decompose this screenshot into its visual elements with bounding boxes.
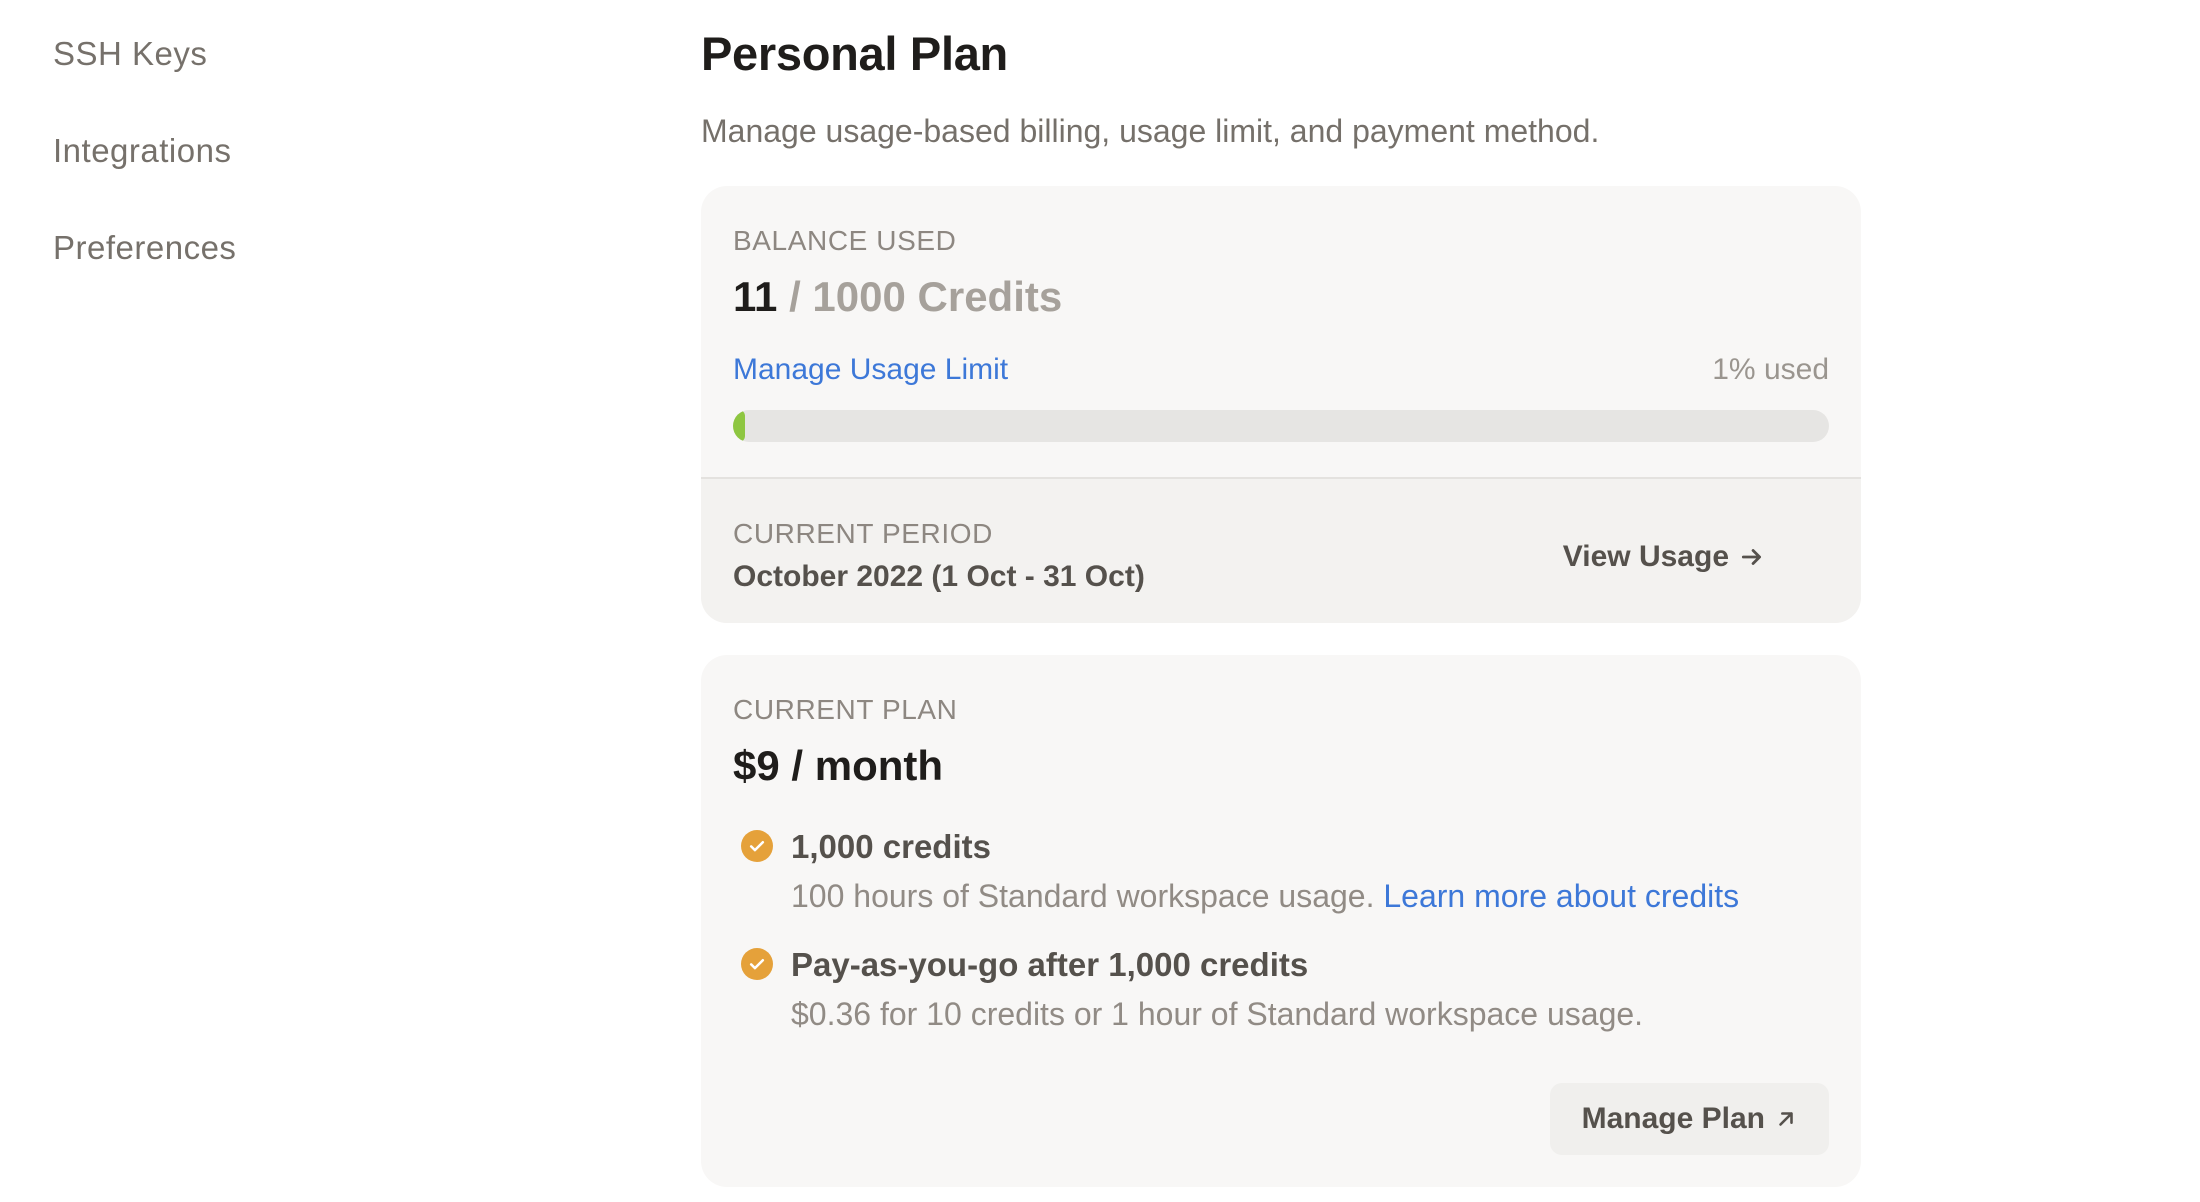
plan-price: $9 / month [733, 742, 944, 789]
plan-feature-text: 1,000 credits 100 hours of Standard work… [791, 827, 1739, 915]
sidebar-item-ssh-keys[interactable]: SSH Keys [53, 34, 553, 131]
main-content: Personal Plan Manage usage-based billing… [701, 26, 1861, 1187]
page-title: Personal Plan [701, 27, 1008, 80]
view-usage-link[interactable]: View Usage [1563, 537, 1765, 577]
learn-more-credits-link[interactable]: Learn more about credits [1383, 878, 1739, 914]
plan-feature-desc: 100 hours of Standard workspace usage. L… [791, 877, 1739, 915]
balance-total: / 1000 Credits [777, 273, 1063, 320]
current-period-section: CURRENT PERIOD October 2022 (1 Oct - 31 … [701, 479, 1861, 623]
manage-usage-limit-link[interactable]: Manage Usage Limit [733, 352, 1008, 388]
balance-card: BALANCE USED 11 / 1000 Credits Manage Us… [701, 186, 1861, 623]
balance-used-count: 11 [733, 273, 778, 320]
plan-feature: 1,000 credits 100 hours of Standard work… [733, 827, 1829, 915]
plan-feature-desc: $0.36 for 10 credits or 1 hour of Standa… [791, 996, 1644, 1032]
settings-sidebar: SSH Keys Integrations Preferences [53, 34, 553, 325]
manage-plan-button[interactable]: Manage Plan [1549, 1083, 1829, 1155]
sidebar-item-integrations[interactable]: Integrations [53, 131, 553, 228]
plan-feature: Pay-as-you-go after 1,000 credits $0.36 … [733, 945, 1829, 1033]
manage-plan-label: Manage Plan [1581, 1102, 1765, 1135]
arrow-right-icon [1741, 549, 1761, 565]
view-usage-label: View Usage [1562, 540, 1729, 573]
balance-value: 11 / 1000 Credits [733, 272, 1829, 322]
plan-feature-title: Pay-as-you-go after 1,000 credits [791, 946, 1309, 983]
period-eyebrow: CURRENT PERIOD [733, 518, 993, 549]
plan-feature-text: Pay-as-you-go after 1,000 credits $0.36 … [791, 945, 1643, 1033]
usage-progress-fill [733, 410, 746, 442]
usage-percent: 1% used [1712, 353, 1829, 386]
plan-card: CURRENT PLAN $9 / month 1,000 credits 10… [701, 655, 1861, 1187]
balance-section: BALANCE USED 11 / 1000 Credits Manage Us… [701, 186, 1861, 479]
check-circle-icon [741, 830, 773, 862]
page-subtitle: Manage usage-based billing, usage limit,… [701, 113, 1600, 149]
balance-eyebrow: BALANCE USED [733, 225, 957, 256]
arrow-up-right-icon [1779, 1112, 1793, 1126]
usage-row: Manage Usage Limit 1% used [733, 352, 1829, 388]
plan-eyebrow: CURRENT PLAN [733, 694, 958, 725]
check-circle-icon [741, 948, 773, 980]
period-info: CURRENT PERIOD October 2022 (1 Oct - 31 … [733, 517, 1145, 623]
period-value: October 2022 (1 Oct - 31 Oct) [733, 560, 1145, 593]
usage-progress-bar [733, 410, 1829, 442]
billing-page: SSH Keys Integrations Preferences Person… [0, 0, 2200, 1202]
plan-feature-title: 1,000 credits [791, 828, 991, 865]
plan-feature-desc-text: 100 hours of Standard workspace usage. [791, 878, 1384, 914]
sidebar-item-preferences[interactable]: Preferences [53, 228, 553, 325]
